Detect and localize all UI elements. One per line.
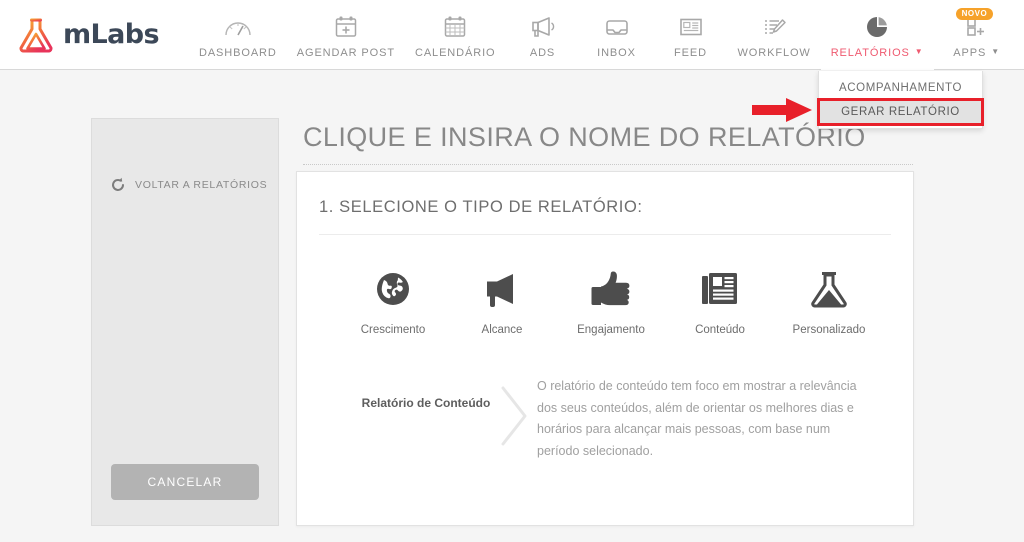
nav-item-relatorios[interactable]: RELATÓRIOS ▼ <box>820 0 934 70</box>
nav-item-apps[interactable]: NOVO APPS ▼ <box>934 0 1020 70</box>
nav-label: INBOX <box>597 46 636 59</box>
nav-item-feed[interactable]: FEED <box>654 0 728 70</box>
nav-label: WORKFLOW <box>737 46 811 59</box>
gauge-icon <box>223 12 253 42</box>
flask-icon <box>806 263 852 311</box>
pie-chart-icon <box>864 12 890 42</box>
chevron-down-icon: ▼ <box>991 46 1001 56</box>
nav-item-ads[interactable]: ADS <box>506 0 580 70</box>
report-type-label: Crescimento <box>360 324 426 336</box>
relatorios-dropdown-menu: ACOMPANHAMENTO GERAR RELATÓRIO <box>817 71 984 129</box>
section-heading: 1. SELECIONE O TIPO DE RELATÓRIO: <box>319 198 643 216</box>
inbox-icon <box>603 12 631 42</box>
brand-name: mLabs <box>63 19 160 50</box>
nav-item-agendar-post[interactable]: AGENDAR POST <box>287 0 405 70</box>
brand-logo-area[interactable]: mLabs <box>16 0 160 69</box>
calendar-plus-icon <box>333 12 359 42</box>
nav-label-text: RELATÓRIOS <box>830 46 910 59</box>
chevron-right-icon <box>491 376 537 448</box>
nav-item-workflow[interactable]: WORKFLOW <box>728 0 821 70</box>
newspaper-icon <box>697 263 743 311</box>
refresh-arrow-icon <box>112 177 124 191</box>
report-type-alcance[interactable]: Alcance <box>452 263 552 336</box>
report-type-label: Personalizado <box>792 324 866 336</box>
left-panel: VOLTAR A RELATÓRIOS CANCELAR <box>91 118 279 526</box>
thumbs-up-icon <box>588 263 634 311</box>
report-description-text: O relatório de conteúdo tem foco em most… <box>537 379 857 458</box>
report-type-crescimento[interactable]: Crescimento <box>343 263 443 336</box>
nav-label: DASHBOARD <box>198 46 277 59</box>
report-description-row: Relatório de Conteúdo O relatório de con… <box>297 336 913 462</box>
back-to-reports-label: VOLTAR A RELATÓRIOS <box>135 179 268 191</box>
nav-item-inbox[interactable]: INBOX <box>580 0 654 70</box>
app-root: mLabs DASHBOARD AGENDAR POST CALENDÁRIO … <box>0 0 1024 542</box>
nav-label: CALENDÁRIO <box>414 46 496 59</box>
flask-logo-icon <box>19 18 53 52</box>
main-nav: DASHBOARD AGENDAR POST CALENDÁRIO ADS IN… <box>189 0 1024 70</box>
report-description-title: Relatório de Conteúdo <box>361 396 491 410</box>
newspaper-icon <box>677 12 705 42</box>
nav-label: ADS <box>529 46 556 59</box>
novo-badge: NOVO <box>955 7 994 20</box>
dropdown-item-acompanhamento[interactable]: ACOMPANHAMENTO <box>819 76 982 100</box>
nav-label-text: APPS <box>953 46 987 59</box>
report-type-label: Engajamento <box>577 324 645 336</box>
nav-item-calendario[interactable]: CALENDÁRIO <box>405 0 506 70</box>
nav-label: AGENDAR POST <box>296 46 395 59</box>
back-to-reports-link[interactable]: VOLTAR A RELATÓRIOS <box>92 177 278 193</box>
cancel-button-wrap: CANCELAR <box>92 464 278 525</box>
top-header: mLabs DASHBOARD AGENDAR POST CALENDÁRIO … <box>0 0 1024 70</box>
nav-item-dashboard[interactable]: DASHBOARD <box>189 0 287 70</box>
report-type-list: Crescimento Alcance Engajamento Conteúdo… <box>297 235 913 336</box>
nav-label: RELATÓRIOS ▼ <box>831 47 924 59</box>
cancel-button[interactable]: CANCELAR <box>111 464 259 500</box>
dropdown-item-gerar-relatorio[interactable]: GERAR RELATÓRIO <box>817 98 984 126</box>
report-type-card: 1. SELECIONE O TIPO DE RELATÓRIO: Cresci… <box>296 171 914 526</box>
globe-icon <box>371 263 415 311</box>
page-content: VOLTAR A RELATÓRIOS CANCELAR CLIQUE E IN… <box>0 70 1024 542</box>
calendar-icon <box>442 12 468 42</box>
nav-label: APPS ▼ <box>953 47 1000 59</box>
chevron-down-icon: ▼ <box>914 46 924 56</box>
report-type-engajamento[interactable]: Engajamento <box>561 263 661 336</box>
report-type-personalizado[interactable]: Personalizado <box>779 263 879 336</box>
megaphone-icon <box>479 263 525 311</box>
list-pencil-icon <box>760 12 788 42</box>
megaphone-icon <box>529 12 557 42</box>
report-type-label: Alcance <box>481 324 523 336</box>
nav-label: FEED <box>674 46 707 59</box>
report-type-label: Conteúdo <box>695 324 745 336</box>
report-type-conteudo[interactable]: Conteúdo <box>670 263 770 336</box>
